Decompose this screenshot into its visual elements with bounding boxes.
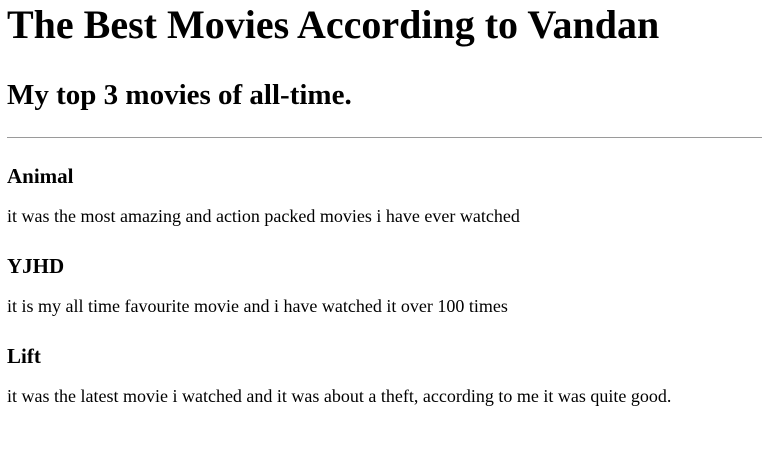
page-title: The Best Movies According to Vandan xyxy=(7,2,660,47)
page-content: The Best Movies According to Vandan My t… xyxy=(0,0,762,407)
movie-description-1: it was the most amazing and action packe… xyxy=(7,206,520,226)
divider xyxy=(7,137,762,138)
movie-title-1: Animal xyxy=(7,164,74,188)
page-subtitle: My top 3 movies of all-time. xyxy=(7,79,352,111)
movie-description-3: it was the latest movie i watched and it… xyxy=(7,386,672,406)
movie-title-2: YJHD xyxy=(7,254,65,278)
movie-title-3: Lift xyxy=(7,344,41,368)
movie-list: Animal it was the most amazing and actio… xyxy=(7,163,762,407)
movie-description-2: it is my all time favourite movie and i … xyxy=(7,296,508,316)
